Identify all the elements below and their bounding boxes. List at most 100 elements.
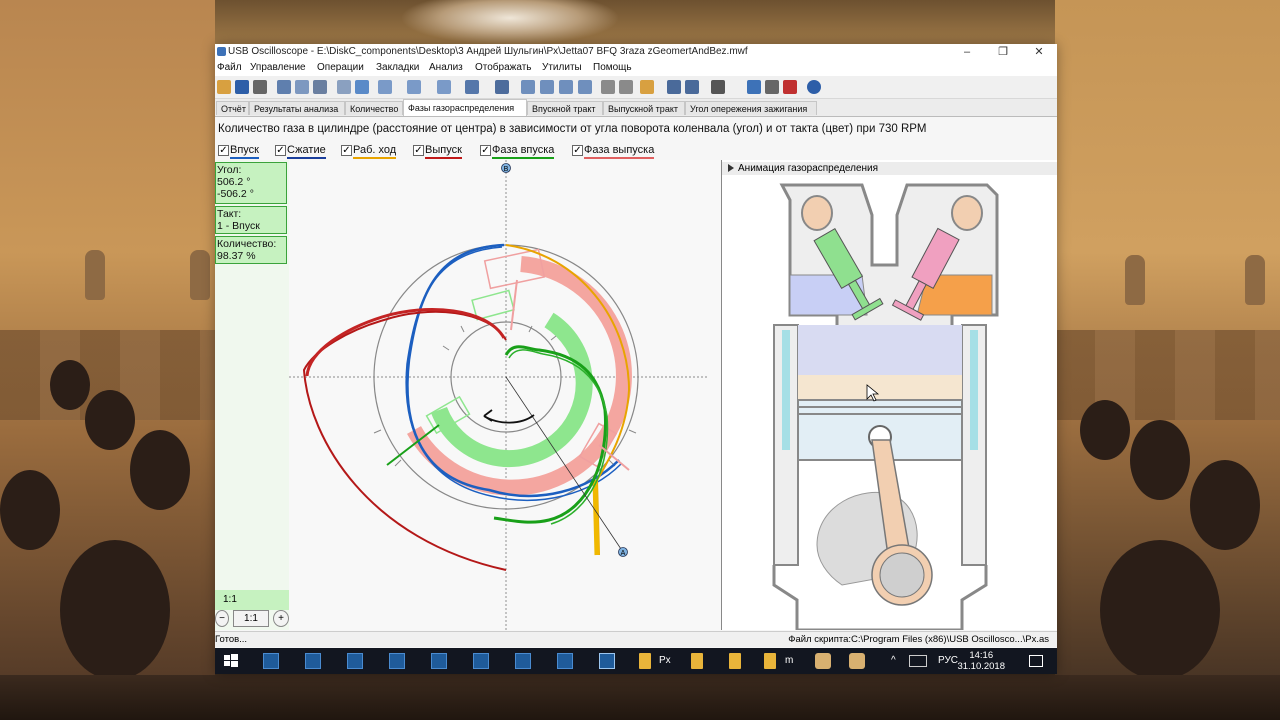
tab-exhaust-tract[interactable]: Выпускной тракт <box>603 101 685 115</box>
chandelier <box>400 0 620 45</box>
notifications-icon[interactable] <box>1029 655 1043 667</box>
taskbar-oscilloscope-6[interactable] <box>473 653 489 669</box>
taskbar-oscilloscope-2[interactable] <box>305 653 321 669</box>
layout-icon[interactable] <box>601 80 615 94</box>
taskbar-oscilloscope-4[interactable] <box>389 653 405 669</box>
clock[interactable]: 14:16 31.10.2018 <box>957 650 1005 672</box>
copy-icon[interactable] <box>277 80 291 94</box>
tray-chevron-icon[interactable]: ^ <box>891 655 896 666</box>
grid-icon[interactable] <box>619 80 633 94</box>
check-icon[interactable] <box>521 80 535 94</box>
angle-label: Угол: <box>217 164 242 176</box>
legend-compression[interactable]: ✓ Сжатие <box>275 144 326 159</box>
taskbar-oscilloscope-8[interactable] <box>557 653 573 669</box>
open-icon[interactable] <box>217 80 231 94</box>
menu-view[interactable]: Отображать <box>475 62 531 73</box>
menu-analysis[interactable]: Анализ <box>429 62 463 73</box>
menu-control[interactable]: Управление <box>250 62 306 73</box>
step-icon[interactable] <box>685 80 699 94</box>
menu-bookmarks[interactable]: Закладки <box>376 62 419 73</box>
check-double-icon[interactable] <box>559 80 573 94</box>
tab-report[interactable]: Отчёт <box>216 101 249 115</box>
legend-exhaust-phase-line <box>584 157 655 159</box>
menu-operations[interactable]: Операции <box>317 62 364 73</box>
windows-start-icon[interactable] <box>223 653 239 669</box>
graph-icon[interactable] <box>465 80 479 94</box>
display-icon[interactable] <box>711 80 725 94</box>
window-title: USB Oscilloscope - E:\DiskC_components\D… <box>228 46 748 57</box>
taskbar-oscilloscope-5[interactable] <box>431 653 447 669</box>
tab-quantity[interactable]: Количество <box>345 101 403 115</box>
expand-icon[interactable] <box>728 164 734 172</box>
menu-file[interactable]: Файл <box>217 62 242 73</box>
folder-icon[interactable] <box>640 80 654 94</box>
zoom-icon[interactable] <box>495 80 509 94</box>
delete-icon[interactable] <box>783 80 797 94</box>
legend-exhaust[interactable]: ✓ Выпуск <box>413 144 462 159</box>
polar-plot[interactable]: B A <box>289 160 721 630</box>
maximize-button[interactable]: ❐ <box>985 44 1021 61</box>
legend-exhaust-phase[interactable]: ✓ Фаза выпуска <box>572 144 655 159</box>
checkbox-compression[interactable]: ✓ <box>275 145 286 156</box>
help-icon[interactable] <box>807 80 821 94</box>
legend-exhaust-phase-label: Фаза выпуска <box>584 144 655 156</box>
taskbar-oscilloscope-1[interactable] <box>263 653 279 669</box>
menu-utilities[interactable]: Утилиты <box>542 62 582 73</box>
filter-icon[interactable] <box>407 80 421 94</box>
checkbox-intake-phase[interactable]: ✓ <box>480 145 491 156</box>
taskbar-folder-m-label[interactable]: m <box>785 655 793 666</box>
legend-intake[interactable]: ✓ Впуск <box>218 144 259 159</box>
taskbar-folder-icon[interactable] <box>729 653 741 669</box>
audience-head <box>1190 460 1260 550</box>
taskbar-folder-icon[interactable] <box>691 653 703 669</box>
audience-head <box>0 470 60 550</box>
checkbox-power[interactable]: ✓ <box>341 145 352 156</box>
properties-icon[interactable] <box>765 80 779 94</box>
close-button[interactable]: ✕ <box>1021 44 1057 61</box>
legend-intake-phase[interactable]: ✓ Фаза впуска <box>480 144 555 159</box>
minimize-button[interactable]: – <box>949 44 985 61</box>
check-down-icon[interactable] <box>578 80 592 94</box>
animation-title: Анимация газораспределения <box>738 163 879 174</box>
taskbar-folder-m-icon[interactable] <box>764 653 776 669</box>
tab-valve-timing[interactable]: Фазы газораспределения <box>403 99 527 116</box>
taskbar-oscilloscope-3[interactable] <box>347 653 363 669</box>
measure-icon[interactable] <box>337 80 351 94</box>
language-indicator[interactable]: РУС <box>938 655 958 666</box>
checkbox-exhaust-phase[interactable]: ✓ <box>572 145 583 156</box>
tab-ignition-timing[interactable]: Угол опережения зажигания <box>685 101 817 115</box>
tab-analysis-results[interactable]: Результаты анализа <box>249 101 345 115</box>
tab-bar: Отчёт Результаты анализа Количество Фазы… <box>215 99 1057 117</box>
zoom-out-button[interactable]: − <box>215 610 229 627</box>
save-icon[interactable] <box>235 80 249 94</box>
taskbar-oscilloscope-7[interactable] <box>515 653 531 669</box>
legend-power[interactable]: ✓ Раб. ход <box>341 144 397 159</box>
checkbox-intake[interactable]: ✓ <box>218 145 229 156</box>
taskbar-folder-px-label[interactable]: Px <box>659 655 671 666</box>
cursor-icon[interactable] <box>355 80 369 94</box>
coolant-left <box>782 330 790 450</box>
print-icon[interactable] <box>253 80 267 94</box>
window-icon[interactable] <box>747 80 761 94</box>
taskbar-folder-px-icon[interactable] <box>639 653 651 669</box>
zoom-in-button[interactable]: + <box>273 610 289 627</box>
marker-a-label: A <box>621 550 626 557</box>
export-icon[interactable] <box>313 80 327 94</box>
taskbar-oscilloscope-active[interactable] <box>599 653 615 669</box>
tab-intake-tract[interactable]: Впускной тракт <box>527 101 603 115</box>
audience-head <box>130 430 190 510</box>
taskbar-app-icon[interactable] <box>849 653 865 669</box>
keyboard-icon[interactable] <box>909 655 927 667</box>
paste-icon[interactable] <box>295 80 309 94</box>
taskbar-app-icon[interactable] <box>815 653 831 669</box>
zoom-reset-button[interactable]: 1:1 <box>233 610 269 627</box>
signal-icon[interactable] <box>378 80 392 94</box>
scale-indicator: 1:1 <box>215 590 289 610</box>
undo-icon[interactable] <box>437 80 451 94</box>
animation-title-bar[interactable]: Анимация газораспределения <box>722 162 1057 175</box>
check-all-icon[interactable] <box>540 80 554 94</box>
menu-help[interactable]: Помощь <box>593 62 632 73</box>
checkbox-exhaust[interactable]: ✓ <box>413 145 424 156</box>
play-icon[interactable] <box>667 80 681 94</box>
audience-head <box>1130 420 1190 500</box>
